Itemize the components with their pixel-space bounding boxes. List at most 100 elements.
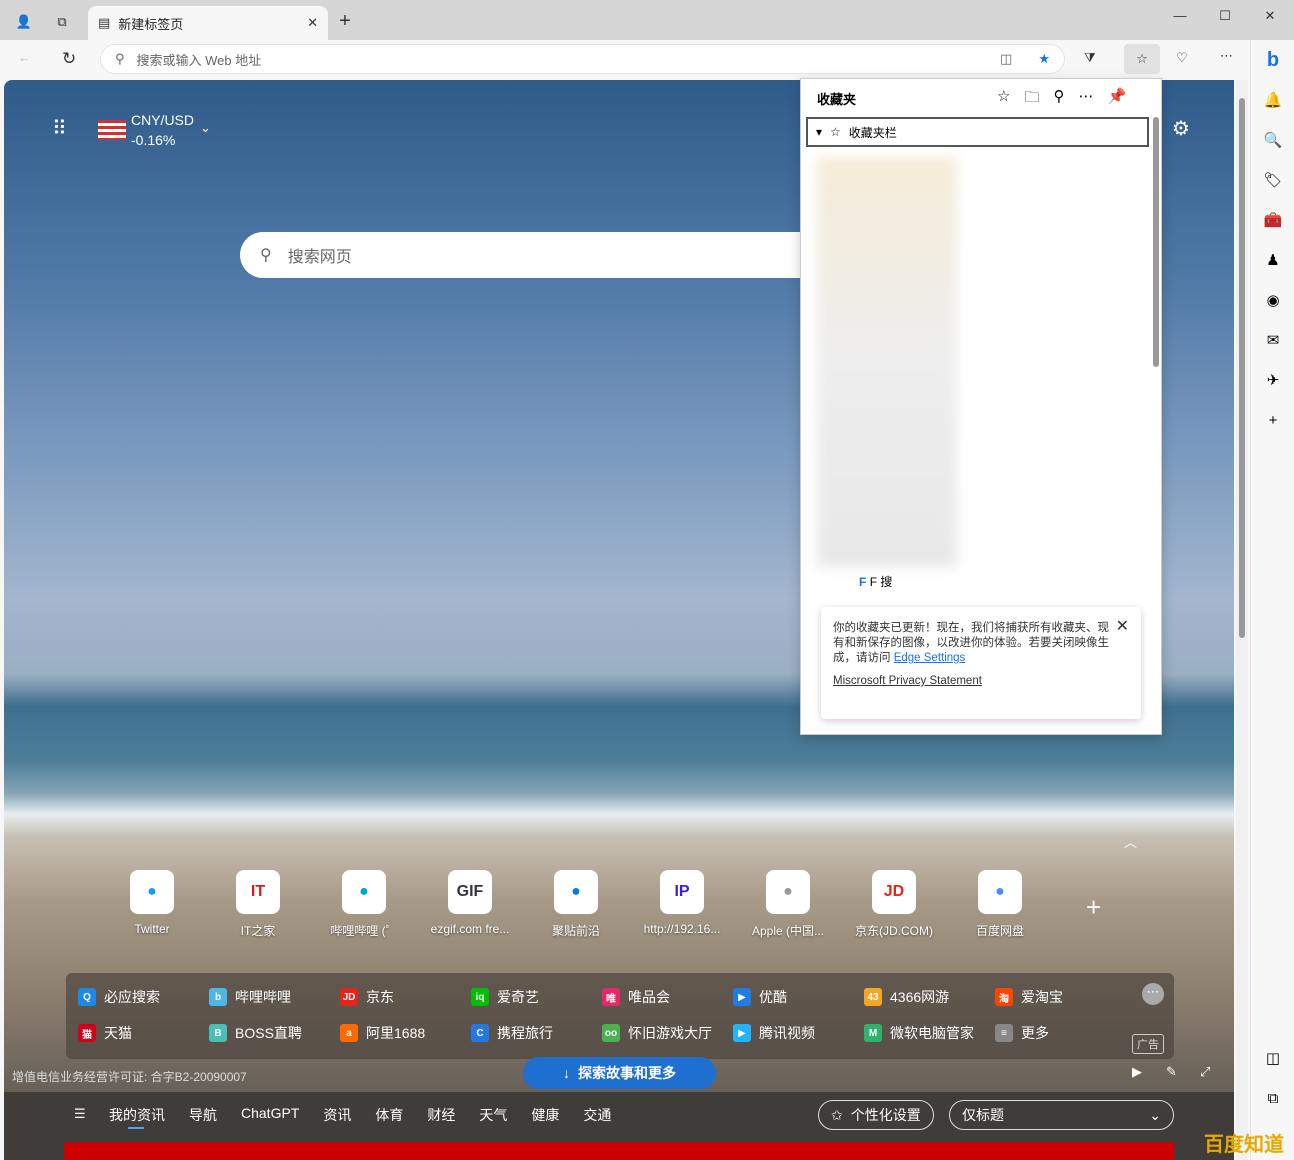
add-sidebar-app-icon[interactable]: + (1251, 400, 1294, 440)
collections-icon[interactable]: ⧉ (50, 10, 74, 34)
favorite-star-icon[interactable]: ★ (1038, 51, 1050, 67)
caret-down-icon: ▾ (816, 125, 823, 139)
top-site-tile[interactable]: ● 百度网盘 (947, 870, 1053, 939)
pin-icon[interactable]: 📌 (1107, 87, 1126, 112)
split-screen-icon[interactable]: ◫ (1000, 51, 1012, 67)
refresh-button[interactable]: ↻ (62, 49, 76, 69)
top-site-tile[interactable]: GIF ezgif.com fre... (417, 870, 523, 939)
settings-gear-icon[interactable]: ⚙ (1172, 116, 1190, 141)
top-sites: ● Twitter IT IT之家 ● 哔哩哔哩 (゜ GIF ezgif.com fre..… (99, 870, 1053, 939)
chevron-down-icon[interactable]: ⌄ (200, 120, 211, 136)
top-site-tile[interactable]: ● 哔哩哔哩 (゜ (311, 870, 417, 939)
collapse-chevron-icon[interactable]: ︿ (1124, 832, 1137, 851)
new-tab-button[interactable]: + (334, 10, 356, 32)
performance-icon[interactable]: ♡ (1176, 50, 1188, 66)
address-bar[interactable]: ⚲ 搜索或输入 Web 地址 ◫ ★ (100, 44, 1065, 74)
address-input[interactable]: 搜索或输入 Web 地址 (137, 50, 989, 69)
personalize-button[interactable]: ✩ 个性化设置 (818, 1100, 934, 1130)
more-icon[interactable]: ⋯ (1078, 87, 1093, 112)
apps-grid-icon[interactable]: ⠿ (52, 116, 67, 141)
quick-link[interactable]: ≡ 更多 (995, 1015, 1126, 1051)
top-site-tile[interactable]: JD 京东(JD.COM) (841, 870, 947, 939)
top-site-label: 聚贴前沿 (551, 924, 600, 938)
add-site-button[interactable]: + (1086, 892, 1101, 923)
news-tab[interactable]: 天气 (479, 1105, 507, 1125)
folder-label: 收藏夹栏 (848, 125, 897, 140)
games-icon[interactable]: ♟ (1251, 240, 1294, 280)
copilot-icon[interactable]: b (1251, 40, 1294, 80)
top-site-tile[interactable]: ● 聚贴前沿 (523, 870, 629, 939)
top-site-tile[interactable]: ● Twitter (99, 870, 205, 939)
quick-link[interactable]: M 微软电脑管家 (864, 1015, 995, 1051)
news-tab[interactable]: 我的资讯 (109, 1105, 165, 1125)
privacy-link[interactable]: Miscrosoft Privacy Statement (833, 674, 1109, 689)
play-icon[interactable]: ▶ (1132, 1064, 1142, 1080)
tab-new-tab[interactable]: ▤ 新建标签页 ✕ (88, 6, 328, 40)
news-tab[interactable]: 导航 (189, 1105, 217, 1125)
search-icon[interactable]: ⚲ (1053, 87, 1064, 112)
page-scrollbar[interactable] (1236, 80, 1248, 1160)
quick-link[interactable]: C 携程旅行 (471, 1015, 602, 1051)
top-site-label: 哔哩哔哩 (゜ (330, 924, 398, 938)
external-link-icon[interactable]: ⧉ (1251, 1078, 1294, 1118)
explore-button[interactable]: ↓ 探索故事和更多 (523, 1057, 716, 1089)
quick-link[interactable]: 43 4366网游 (864, 979, 995, 1015)
notification-bell-icon[interactable]: 🔔 (1251, 80, 1294, 120)
quick-link[interactable]: ▶ 腾讯视频 (733, 1015, 864, 1051)
news-tab[interactable]: 财经 (427, 1105, 455, 1125)
microsoft365-icon[interactable]: ◉ (1251, 280, 1294, 320)
top-site-tile[interactable]: ● Apple (中国... (735, 870, 841, 939)
quick-link[interactable]: 唯唯品会 (602, 979, 733, 1015)
close-icon[interactable]: ✕ (1116, 619, 1129, 635)
favorites-bar-folder[interactable]: ▾ ☆ 收藏夹栏 (806, 117, 1149, 147)
send-icon[interactable]: ✈ (1251, 360, 1294, 400)
news-tab[interactable]: 资讯 (323, 1105, 351, 1125)
quick-link[interactable]: b 哔哩哔哩 (209, 979, 340, 1015)
site-logo-icon: a (340, 1024, 358, 1042)
close-tab-icon[interactable]: ✕ (307, 15, 318, 31)
favorites-scrollbar[interactable] (1153, 117, 1159, 367)
quick-link[interactable]: iq 爱奇艺 (471, 979, 602, 1015)
edge-settings-link[interactable]: Edge Settings (894, 652, 966, 664)
sidebar-layout-icon[interactable]: ◫ (1251, 1038, 1294, 1078)
quick-link[interactable]: a 阿里1688 (340, 1015, 471, 1051)
news-tab[interactable]: 健康 (531, 1105, 559, 1125)
news-tab[interactable]: ChatGPT (241, 1105, 299, 1125)
top-site-tile[interactable]: IT IT之家 (205, 870, 311, 939)
profile-icon[interactable]: 👤 (12, 10, 36, 34)
quick-link[interactable]: Q 必应搜索 (78, 979, 209, 1015)
quick-link[interactable]: ▶ 优酷 (733, 979, 864, 1015)
apple-icon: ● (766, 870, 810, 914)
add-favorite-icon[interactable]: ☆ (997, 87, 1010, 112)
fullscreen-icon[interactable]: ⤢ (1200, 1064, 1210, 1080)
quick-link[interactable]: JD 京东 (340, 979, 471, 1015)
news-tab[interactable]: 交通 (583, 1105, 611, 1125)
news-tab[interactable]: 体育 (375, 1105, 403, 1125)
quick-link[interactable]: oo 怀旧游戏大厅 (602, 1015, 733, 1051)
more-options-icon[interactable]: ⋯ (1142, 983, 1164, 1005)
quick-link[interactable]: 猫天猫 (78, 1015, 209, 1051)
shopping-tag-icon[interactable]: 🏷 (1251, 160, 1294, 200)
back-button[interactable]: ← (18, 50, 31, 65)
favorites-button[interactable]: ☆ (1124, 44, 1160, 74)
currency-widget[interactable]: CNY/USD -0.16% (131, 110, 194, 150)
web-search-input[interactable]: 搜索网页 (288, 243, 352, 267)
top-site-tile[interactable]: IP http://192.16... (629, 870, 735, 939)
outlook-icon[interactable]: ✉ (1251, 320, 1294, 360)
quick-link[interactable]: B BOSS直聘 (209, 1015, 340, 1051)
tools-icon[interactable]: 🧰 (1251, 200, 1294, 240)
view-select[interactable]: 仅标题 ⌄ (949, 1100, 1174, 1130)
scrollbar-thumb[interactable] (1239, 98, 1245, 638)
quick-link[interactable]: 淘爱淘宝 (995, 979, 1126, 1015)
more-icon[interactable]: ⋯ (1220, 48, 1233, 64)
web-search-box[interactable]: ⚲ 搜索网页 (240, 232, 840, 278)
search-icon[interactable]: 🔍 (1251, 120, 1294, 160)
minimize-button[interactable]: — (1170, 8, 1190, 23)
edit-background-icon[interactable]: ✎ (1166, 1064, 1177, 1080)
add-folder-icon[interactable]: 🗀 (1024, 87, 1039, 112)
close-window-button[interactable]: ✕ (1260, 8, 1280, 24)
maximize-button[interactable]: ☐ (1215, 8, 1235, 24)
menu-icon[interactable]: ☰ (74, 1106, 86, 1122)
extensions-icon[interactable]: ⧩ (1084, 50, 1096, 66)
favorite-item[interactable]: F F 搜 (859, 573, 892, 590)
